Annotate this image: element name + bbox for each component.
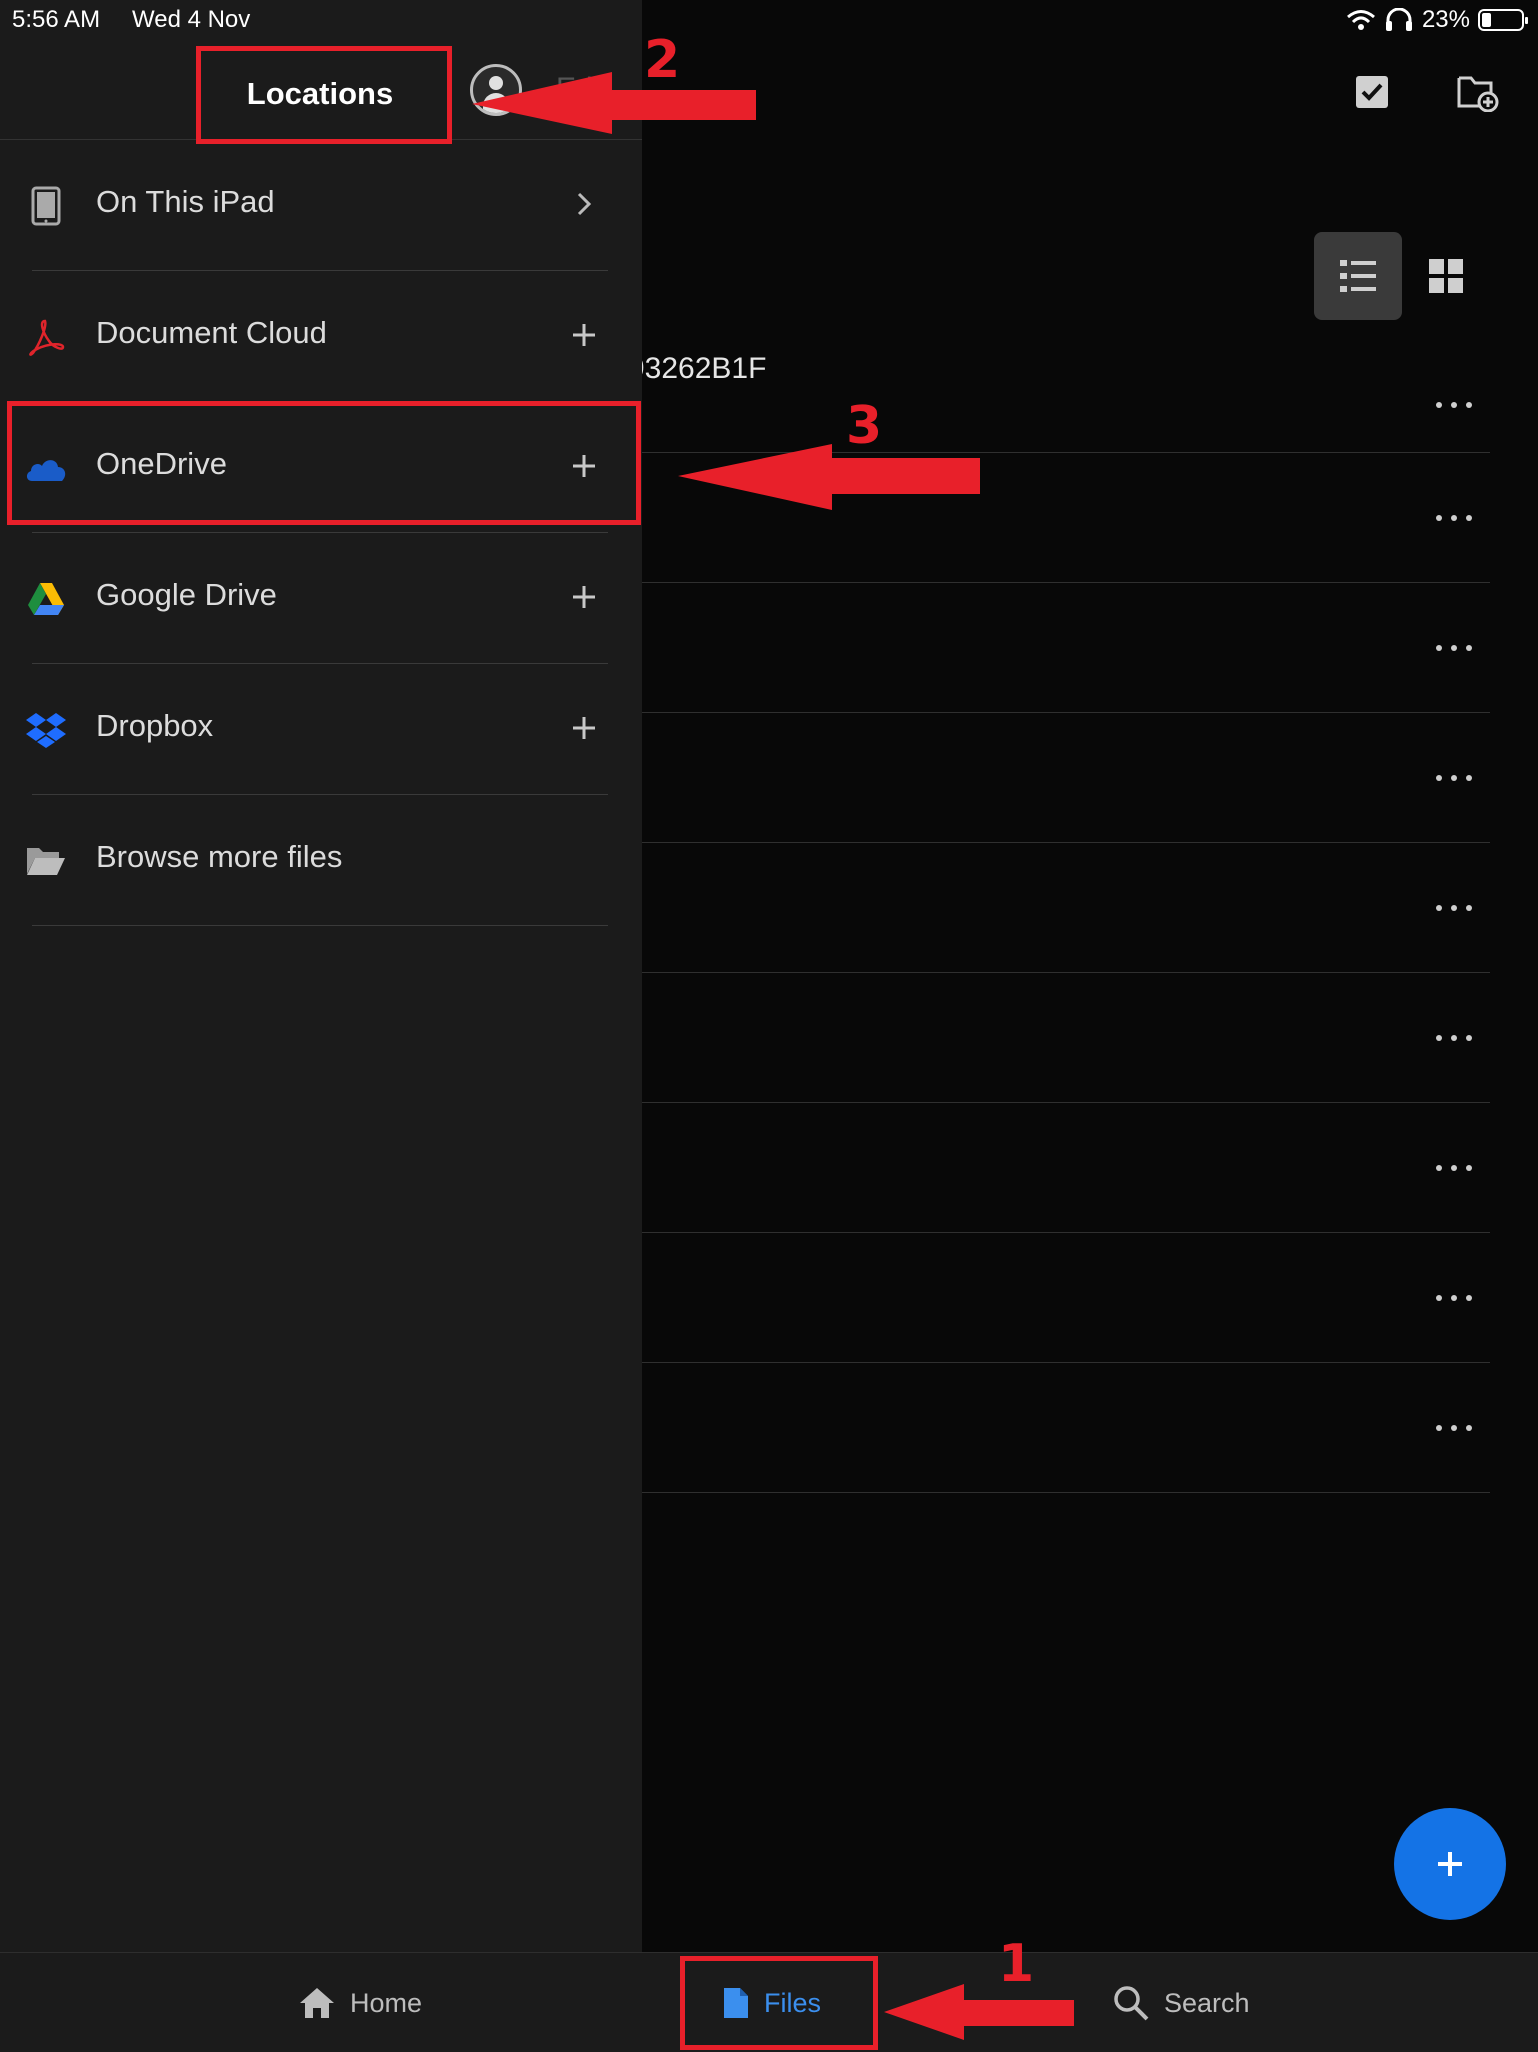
more-options-button[interactable] xyxy=(1430,633,1478,663)
status-date: Wed 4 Nov xyxy=(132,6,251,33)
location-item-browse-more-files[interactable]: Browse more files xyxy=(0,795,642,926)
plus-icon xyxy=(573,586,595,608)
annotation-number-3: 3 xyxy=(846,396,883,456)
grid-view-toggle[interactable] xyxy=(1402,232,1490,320)
battery-icon xyxy=(1478,9,1528,31)
folder-icon xyxy=(24,839,68,883)
add-fab-button[interactable] xyxy=(1394,1808,1506,1920)
file-name: 93262B1F xyxy=(628,352,767,385)
tab-home[interactable]: Home xyxy=(298,1953,422,2052)
annotation-box-locations xyxy=(196,46,452,144)
tab-label: Home xyxy=(350,1987,423,2018)
add-dropbox-button[interactable] xyxy=(564,708,604,748)
more-options-button[interactable] xyxy=(1430,1283,1478,1313)
battery-percent: 23% xyxy=(1421,6,1470,33)
chevron-right-icon[interactable] xyxy=(564,184,604,224)
status-time: 5:56 AM xyxy=(12,6,101,33)
grid-view-icon xyxy=(1429,259,1463,293)
dropbox-icon xyxy=(24,708,68,752)
annotation-arrow-1 xyxy=(884,1984,1074,2040)
location-label: Google Drive xyxy=(96,577,277,612)
google-drive-icon xyxy=(24,577,68,621)
annotation-arrow-3 xyxy=(678,444,980,510)
list-view-icon xyxy=(1340,260,1376,292)
location-label: Dropbox xyxy=(96,708,214,743)
file-row[interactable]: 93262B1F xyxy=(628,320,1490,453)
add-document-cloud-button[interactable] xyxy=(564,315,604,355)
more-options-button[interactable] xyxy=(1430,763,1478,793)
file-row[interactable] xyxy=(640,713,1490,843)
location-item-google-drive[interactable]: Google Drive xyxy=(0,533,642,664)
locations-drawer: Locations Edit On This iPad Document Clo… xyxy=(0,0,642,1952)
new-folder-icon[interactable] xyxy=(1456,70,1500,114)
tab-label: Search xyxy=(1164,1987,1250,2018)
more-options-button[interactable] xyxy=(1430,503,1478,533)
search-icon xyxy=(1114,1986,1149,2021)
list-view-toggle[interactable] xyxy=(1314,232,1402,320)
more-options-button[interactable] xyxy=(1430,1023,1478,1053)
plus-icon xyxy=(1438,1852,1462,1876)
location-item-document-cloud[interactable]: Document Cloud xyxy=(0,271,642,402)
annotation-box-files xyxy=(680,1956,878,2050)
location-item-dropbox[interactable]: Dropbox xyxy=(0,664,642,795)
annotation-number-1: 1 xyxy=(998,1934,1035,1994)
acrobat-icon xyxy=(24,315,68,359)
file-row[interactable] xyxy=(640,1103,1490,1233)
locations-list: On This iPad Document Cloud OneDrive Goo… xyxy=(0,140,642,926)
annotation-arrow-2 xyxy=(472,72,756,134)
headphones-icon xyxy=(1385,8,1412,31)
more-options-button[interactable] xyxy=(1430,1413,1478,1443)
location-item-on-this-ipad[interactable]: On This iPad xyxy=(0,140,642,271)
annotation-box-onedrive xyxy=(7,401,641,525)
more-options-button[interactable] xyxy=(1430,893,1478,923)
status-bar: 5:56 AM Wed 4 Nov 23% xyxy=(0,0,1538,40)
file-row[interactable] xyxy=(640,583,1490,713)
home-icon xyxy=(300,1988,334,2018)
location-label: Browse more files xyxy=(96,839,343,874)
file-row[interactable] xyxy=(640,843,1490,973)
location-label: Document Cloud xyxy=(96,315,327,350)
more-options-button[interactable] xyxy=(1430,1153,1478,1183)
status-indicators: 23% xyxy=(1346,6,1528,34)
tab-search[interactable]: Search xyxy=(1112,1953,1250,2052)
ipad-icon xyxy=(24,184,68,228)
add-google-drive-button[interactable] xyxy=(564,577,604,617)
select-checkbox-icon[interactable] xyxy=(1350,70,1394,114)
file-row[interactable] xyxy=(640,973,1490,1103)
plus-icon xyxy=(573,717,595,739)
battery-fill xyxy=(1482,13,1491,27)
annotation-number-2: 2 xyxy=(644,30,681,90)
wifi-icon xyxy=(1346,10,1375,30)
location-label: On This iPad xyxy=(96,184,275,219)
more-options-button[interactable] xyxy=(1430,390,1478,420)
file-row[interactable] xyxy=(640,1363,1490,1493)
plus-icon xyxy=(573,324,595,346)
file-row[interactable] xyxy=(640,1233,1490,1363)
